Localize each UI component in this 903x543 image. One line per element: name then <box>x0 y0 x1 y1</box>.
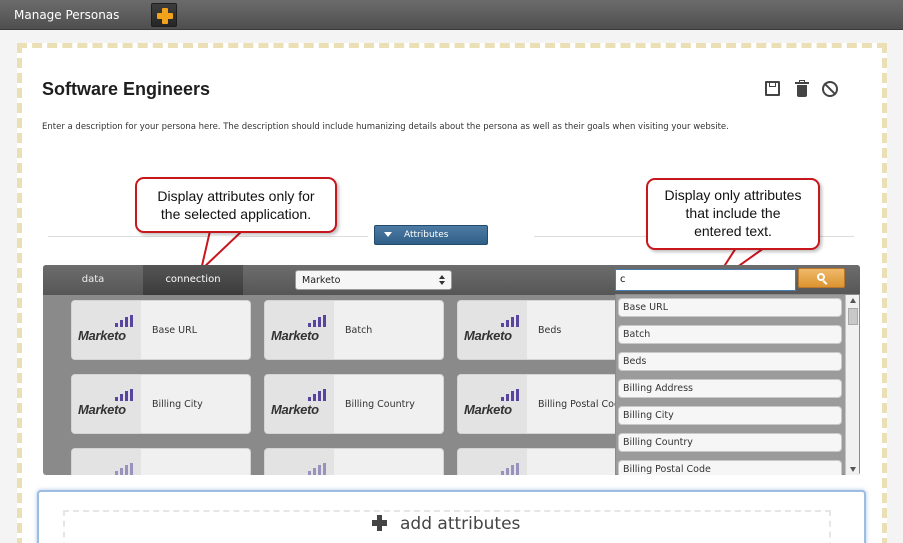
attribute-search-input[interactable]: c <box>615 269 796 291</box>
marketo-logo: Marketo <box>265 375 334 433</box>
marketo-bars-icon <box>501 463 519 475</box>
add-attributes-button[interactable]: add attributes <box>400 514 520 534</box>
list-item[interactable]: Billing Postal Code <box>618 460 842 475</box>
logo-text: Marketo <box>464 402 512 417</box>
attribute-tile[interactable]: Marketo Billing Country <box>264 374 444 434</box>
chevron-down-icon <box>439 281 445 285</box>
scroll-up-icon[interactable] <box>850 298 856 303</box>
tile-label: Beds <box>538 325 562 336</box>
callout-left-text: Display attributes only for the selected… <box>157 188 315 222</box>
attribute-tile[interactable] <box>457 448 637 475</box>
chevron-down-icon <box>384 232 392 237</box>
marketo-logo <box>72 449 141 475</box>
marketo-bars-icon <box>115 315 133 327</box>
marketo-bars-icon <box>501 315 519 327</box>
dropdown-scrollbar[interactable] <box>845 295 859 475</box>
attribute-tile[interactable]: Marketo Batch <box>264 300 444 360</box>
logo-text: Marketo <box>78 402 126 417</box>
marketo-logo: Marketo <box>72 375 141 433</box>
marketo-bars-icon <box>115 463 133 475</box>
tile-label: Billing Postal Code <box>538 399 626 410</box>
attribute-tile[interactable] <box>264 448 444 475</box>
list-item[interactable]: Billing Country <box>618 433 842 452</box>
tab-data[interactable]: data <box>43 265 143 295</box>
logo-text: Marketo <box>271 402 319 417</box>
marketo-logo: Marketo <box>458 301 527 359</box>
attribute-tile[interactable] <box>71 448 251 475</box>
tile-label: Batch <box>345 325 373 336</box>
marketo-bars-icon <box>501 389 519 401</box>
list-item[interactable]: Beds <box>618 352 842 371</box>
attribute-tile[interactable]: Marketo Billing City <box>71 374 251 434</box>
list-item[interactable]: Base URL <box>618 298 842 317</box>
marketo-bars-icon <box>115 389 133 401</box>
app-root: Manage Personas Software Engineers Enter… <box>0 0 903 543</box>
search-button[interactable] <box>798 268 845 288</box>
plus-icon-bar <box>372 520 387 526</box>
marketo-logo: Marketo <box>72 301 141 359</box>
tile-label: Base URL <box>152 325 197 336</box>
attributes-toggle-label: Attributes <box>404 230 449 240</box>
callout-right-text: Display only attributes that include the… <box>664 187 802 239</box>
list-item[interactable]: Billing Address <box>618 379 842 398</box>
list-item[interactable]: Billing City <box>618 406 842 425</box>
marketo-bars-icon <box>308 463 326 475</box>
tab-connection[interactable]: connection <box>143 265 243 295</box>
attribute-tile[interactable]: Marketo Billing Postal Code <box>457 374 637 434</box>
application-select-value: Marketo <box>302 275 341 286</box>
chevron-up-icon <box>439 275 445 279</box>
marketo-logo: Marketo <box>458 375 527 433</box>
marketo-logo: Marketo <box>265 301 334 359</box>
search-suggestions-list: Base URL Batch Beds Billing Address Bill… <box>615 294 860 475</box>
application-select[interactable]: Marketo <box>295 270 452 290</box>
search-icon-handle <box>822 280 828 285</box>
attribute-panel: data connection Marketo c Marketo Base U… <box>43 265 860 475</box>
marketo-bars-icon <box>308 315 326 327</box>
marketo-bars-icon <box>308 389 326 401</box>
tile-label: Billing City <box>152 399 203 410</box>
callout-text-filter: Display only attributes that include the… <box>646 178 820 250</box>
scroll-down-icon[interactable] <box>850 467 856 472</box>
attribute-tile[interactable]: Marketo Base URL <box>71 300 251 360</box>
attribute-tile[interactable]: Marketo Beds <box>457 300 637 360</box>
logo-text: Marketo <box>78 328 126 343</box>
logo-text: Marketo <box>464 328 512 343</box>
logo-text: Marketo <box>271 328 319 343</box>
tile-label: Billing Country <box>345 399 415 410</box>
marketo-logo <box>265 449 334 475</box>
list-item[interactable]: Batch <box>618 325 842 344</box>
scroll-thumb[interactable] <box>848 308 858 325</box>
attributes-toggle-button[interactable]: Attributes <box>374 225 488 245</box>
callout-application-filter: Display attributes only for the selected… <box>135 177 337 233</box>
marketo-logo <box>458 449 527 475</box>
